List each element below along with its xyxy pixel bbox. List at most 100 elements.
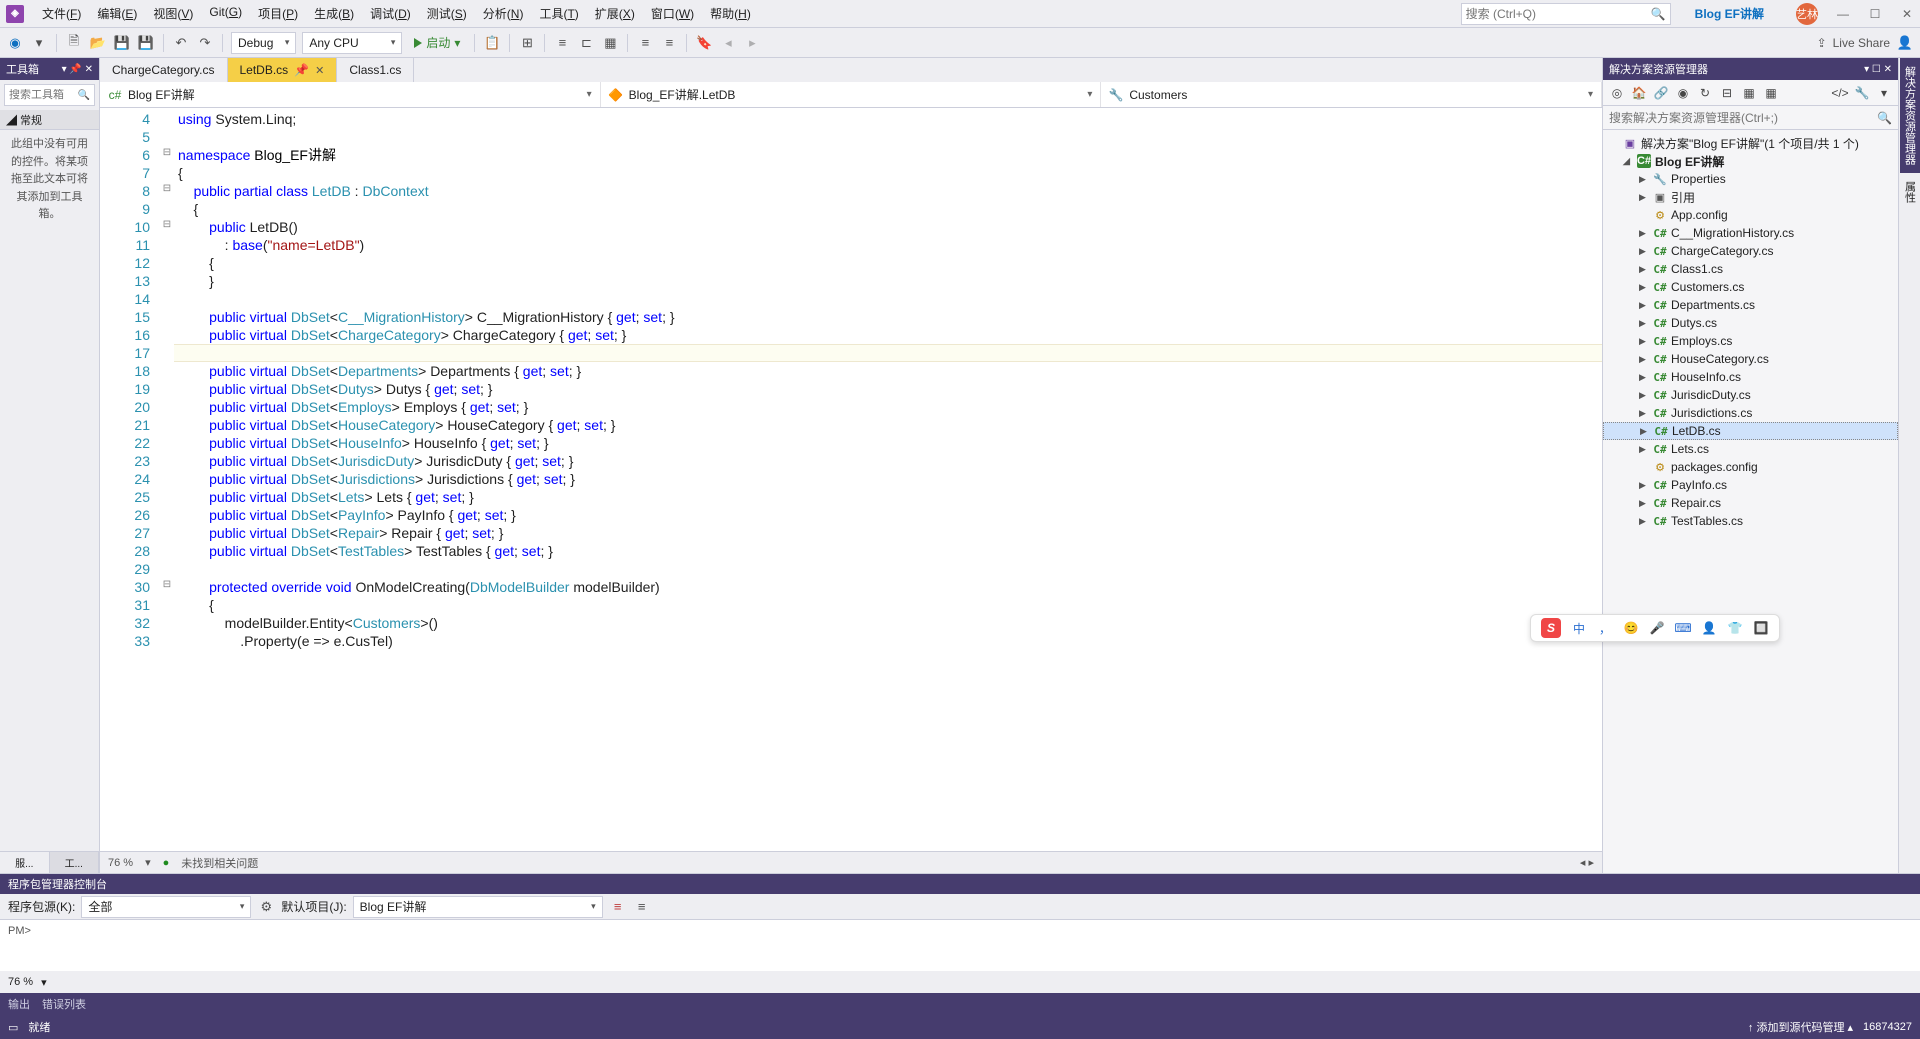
tree-node[interactable]: ▶C#Repair.cs [1603, 494, 1898, 512]
menu-item[interactable]: 工具(T) [531, 1, 586, 26]
ime-icon[interactable]: 🔲 [1753, 621, 1769, 635]
maximize-button[interactable]: ☐ [1868, 7, 1882, 21]
se-scope-icon[interactable]: ◉ [1675, 85, 1691, 101]
vertical-tab[interactable]: 解决方案资源管理器 [1900, 58, 1920, 173]
status-scm[interactable]: ↑ 添加到源代码管理 ▴ [1748, 1019, 1853, 1035]
tree-node[interactable]: ⚙packages.config [1603, 458, 1898, 476]
new-icon[interactable]: 🗎 [65, 34, 83, 52]
doc-tab[interactable]: ChargeCategory.cs [100, 58, 228, 82]
pin-icon[interactable]: 📌 [294, 63, 309, 77]
open-icon[interactable]: 📂 [89, 34, 107, 52]
gear-icon[interactable]: ⚙ [257, 898, 275, 916]
close-button[interactable]: ✕ [1900, 7, 1914, 21]
ime-icon[interactable]: 👤 [1701, 621, 1717, 635]
left-tab-toolbox[interactable]: 工... [50, 852, 100, 873]
se-wrench-icon[interactable]: 🔧 [1854, 85, 1870, 101]
tree-node[interactable]: ▶C#Class1.cs [1603, 260, 1898, 278]
tree-node[interactable]: ▶C#TestTables.cs [1603, 512, 1898, 530]
se-code-icon[interactable]: </> [1832, 85, 1848, 101]
tb-icon-3[interactable]: ≡ [553, 34, 571, 52]
tree-node[interactable]: ▶C#HouseCategory.cs [1603, 350, 1898, 368]
toolbox-search[interactable]: 🔍 [4, 84, 95, 106]
solution-search[interactable]: 🔍 [1603, 106, 1898, 130]
se-refresh-icon[interactable]: ↻ [1697, 85, 1713, 101]
nav-combo[interactable]: 🔧Customers [1101, 82, 1602, 107]
menu-item[interactable]: 帮助(H) [702, 1, 759, 26]
tb-icon-4[interactable]: ⊏ [577, 34, 595, 52]
ime-icon[interactable]: 👕 [1727, 621, 1743, 635]
tree-node[interactable]: ▶C#Dutys.cs [1603, 314, 1898, 332]
tree-node[interactable]: ▶C#Customers.cs [1603, 278, 1898, 296]
nav-combo[interactable]: 🔶Blog_EF讲解.LetDB [601, 82, 1102, 107]
start-button[interactable]: 启动 ▾ [408, 34, 466, 51]
tree-node[interactable]: ◢C#Blog EF讲解 [1603, 152, 1898, 170]
tb-icon-7[interactable]: ≡ [660, 34, 678, 52]
back-icon[interactable]: ◉ [6, 34, 24, 52]
tab-errorlist[interactable]: 错误列表 [42, 996, 86, 1012]
tree-node[interactable]: ▶C#HouseInfo.cs [1603, 368, 1898, 386]
menu-item[interactable]: 调试(D) [362, 1, 419, 26]
liveshare-button[interactable]: ⇪ Live Share [1817, 36, 1890, 50]
se-back-icon[interactable]: ◎ [1609, 85, 1625, 101]
tree-node[interactable]: ▶C#ChargeCategory.cs [1603, 242, 1898, 260]
tb-icon-8[interactable]: 🔖 [695, 34, 713, 52]
tree-node[interactable]: ▶C#Employs.cs [1603, 332, 1898, 350]
menu-item[interactable]: 窗口(W) [643, 1, 702, 26]
menu-item[interactable]: 文件(F) [34, 1, 89, 26]
tb-icon-2[interactable]: ⊞ [518, 34, 536, 52]
tree-node[interactable]: ▶C#C__MigrationHistory.cs [1603, 224, 1898, 242]
save-icon[interactable]: 💾 [113, 34, 131, 52]
liveshare-user-icon[interactable]: 👤 [1896, 34, 1914, 52]
tab-output[interactable]: 输出 [8, 996, 30, 1012]
minimize-button[interactable]: — [1836, 7, 1850, 21]
ime-icon[interactable]: ， [1597, 620, 1613, 637]
tb-icon-1[interactable]: 📋 [483, 34, 501, 52]
code-area[interactable]: using System.Linq;namespace Blog_EF讲解{ p… [174, 108, 1602, 851]
left-tab-server[interactable]: 服... [0, 852, 50, 873]
saveall-icon[interactable]: 💾 [137, 34, 155, 52]
se-sync-icon[interactable]: 🔗 [1653, 85, 1669, 101]
sogou-icon[interactable]: S [1541, 618, 1561, 638]
tree-node[interactable]: ▶C#JurisdicDuty.cs [1603, 386, 1898, 404]
nav-icon[interactable]: ◂ ▸ [1580, 856, 1594, 869]
undo-icon[interactable]: ↶ [172, 34, 190, 52]
redo-icon[interactable]: ↷ [196, 34, 214, 52]
menu-item[interactable]: 项目(P) [250, 1, 306, 26]
panel-menu-icon[interactable]: ▾ ☐ ✕ [1864, 64, 1892, 75]
close-icon[interactable]: ✕ [315, 64, 324, 77]
pmc-zoom[interactable]: 76 % [8, 976, 33, 988]
tree-node[interactable]: ▶C#PayInfo.cs [1603, 476, 1898, 494]
code-editor[interactable]: 4567891011121314151617181920212223242526… [100, 108, 1602, 851]
menu-item[interactable]: 视图(V) [145, 1, 201, 26]
se-showall2-icon[interactable]: ▦ [1763, 85, 1779, 101]
menu-item[interactable]: 分析(N) [475, 1, 532, 26]
pmc-clear-icon[interactable]: ≡ [633, 898, 651, 916]
tree-node[interactable]: ▶C#LetDB.cs [1603, 422, 1898, 440]
nav-combo[interactable]: c#Blog EF讲解 [100, 82, 601, 107]
se-showall-icon[interactable]: ▦ [1741, 85, 1757, 101]
se-collapse-icon[interactable]: ⊟ [1719, 85, 1735, 101]
solution-tree[interactable]: ▣解决方案"Blog EF讲解"(1 个项目/共 1 个)◢C#Blog EF讲… [1603, 130, 1898, 873]
fwd-icon[interactable]: ▾ [30, 34, 48, 52]
menu-item[interactable]: 编辑(E) [89, 1, 145, 26]
ime-icon[interactable]: ⌨ [1675, 621, 1691, 635]
toolbox-category[interactable]: ◢ 常规 [0, 110, 99, 130]
pmc-proj-dropdown[interactable]: Blog EF讲解 [353, 896, 603, 918]
vertical-tab[interactable]: 属性 [1900, 173, 1920, 211]
quick-launch[interactable]: 🔍 [1461, 3, 1671, 25]
zoom-combo[interactable]: 76 % [108, 857, 133, 869]
ime-icon[interactable]: 😊 [1623, 621, 1639, 635]
pmc-src-dropdown[interactable]: 全部 [81, 896, 251, 918]
tree-node[interactable]: ▶🔧Properties [1603, 170, 1898, 188]
ime-icon[interactable]: 中 [1571, 620, 1587, 637]
menu-item[interactable]: Git(G) [201, 1, 250, 26]
pmc-output[interactable]: PM> [0, 920, 1920, 971]
tree-node[interactable]: ▶▣引用 [1603, 188, 1898, 206]
tree-node[interactable]: ▶C#Lets.cs [1603, 440, 1898, 458]
se-home-icon[interactable]: 🏠 [1631, 85, 1647, 101]
ime-bar[interactable]: S中 ， 😊 🎤 ⌨ 👤 👕 🔲 [1530, 614, 1780, 642]
se-more-icon[interactable]: ▾ [1876, 85, 1892, 101]
ime-icon[interactable]: 🎤 [1649, 621, 1665, 635]
tree-node[interactable]: ▣解决方案"Blog EF讲解"(1 个项目/共 1 个) [1603, 134, 1898, 152]
menu-item[interactable]: 测试(S) [419, 1, 475, 26]
